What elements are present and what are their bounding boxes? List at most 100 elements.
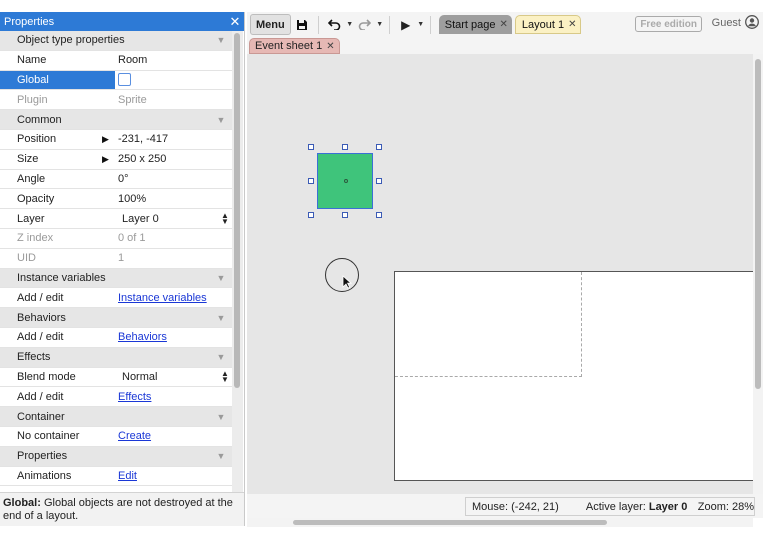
- property-value[interactable]: Room: [115, 54, 232, 66]
- property-row[interactable]: Layer Layer 0 ▲ ▼: [0, 209, 232, 229]
- tab-label: Event sheet 1: [255, 40, 323, 52]
- tab-start-page[interactable]: Start page ✕: [438, 15, 512, 34]
- user-label[interactable]: Guest: [712, 17, 741, 29]
- play-icon[interactable]: ▶: [395, 15, 417, 34]
- close-tab-icon[interactable]: ✕: [500, 19, 508, 30]
- collapse-icon[interactable]: ▼: [210, 313, 232, 323]
- resize-handle-bottom[interactable]: [342, 212, 348, 218]
- resize-handle-left[interactable]: [308, 178, 314, 184]
- property-row[interactable]: Global: [0, 70, 232, 91]
- property-value[interactable]: ▶ -231, -417: [102, 133, 232, 145]
- user-icon[interactable]: [745, 15, 759, 29]
- properties-scrollbar[interactable]: [232, 31, 243, 501]
- collapse-icon[interactable]: ▼: [210, 451, 232, 461]
- property-link[interactable]: Instance variables: [118, 292, 207, 304]
- property-section[interactable]: Behaviors ▼: [0, 308, 232, 328]
- horizontal-scrollbar-thumb[interactable]: [293, 520, 607, 525]
- expand-icon[interactable]: ▶: [102, 134, 109, 145]
- collapse-icon[interactable]: ▼: [210, 35, 232, 45]
- undo-icon[interactable]: [324, 15, 346, 34]
- sprite-instance[interactable]: [317, 153, 373, 209]
- property-value[interactable]: 0°: [115, 173, 232, 185]
- layout-area[interactable]: [394, 271, 753, 481]
- property-section[interactable]: Container ▼: [0, 407, 232, 427]
- property-value[interactable]: Effects: [115, 391, 232, 403]
- property-row[interactable]: Opacity 100%: [0, 189, 232, 210]
- property-link[interactable]: Effects: [118, 391, 151, 403]
- property-value[interactable]: Layer 0 ▲ ▼: [115, 211, 232, 225]
- redo-icon[interactable]: [354, 15, 376, 34]
- property-value[interactable]: [115, 73, 232, 87]
- property-section[interactable]: Object type properties ▼: [0, 31, 232, 51]
- undo-dropdown-icon[interactable]: ▼: [346, 15, 354, 34]
- property-dropdown[interactable]: Normal: [118, 371, 218, 383]
- free-edition-badge[interactable]: Free edition: [635, 16, 702, 32]
- close-icon[interactable]: ✕: [226, 12, 244, 31]
- property-key: Size: [17, 153, 39, 166]
- global-checkbox[interactable]: [118, 73, 131, 87]
- property-value[interactable]: 100%: [115, 193, 232, 205]
- resize-handle-top-right[interactable]: [376, 144, 382, 150]
- property-row[interactable]: No container Create: [0, 427, 232, 447]
- redo-dropdown-icon[interactable]: ▼: [376, 15, 384, 34]
- property-row[interactable]: Add / edit Effects: [0, 387, 232, 408]
- property-link[interactable]: Edit: [118, 470, 137, 482]
- close-tab-icon[interactable]: ✕: [568, 19, 576, 30]
- property-value[interactable]: Behaviors: [115, 331, 232, 343]
- property-value[interactable]: Normal ▲ ▼: [115, 369, 232, 383]
- properties-scrollbar-thumb[interactable]: [234, 33, 240, 388]
- property-key: Position: [17, 133, 57, 146]
- property-key: Layer: [17, 212, 45, 225]
- dropdown-arrows-icon[interactable]: ▲ ▼: [218, 369, 232, 383]
- collapse-icon[interactable]: ▼: [210, 352, 232, 362]
- property-value[interactable]: ▶ 250 x 250: [102, 153, 232, 165]
- mouse-position: Mouse: (-242, 21): [472, 500, 559, 513]
- property-value[interactable]: Edit: [115, 470, 232, 482]
- layout-horizontal-scrollbar[interactable]: [247, 518, 753, 527]
- save-icon[interactable]: [291, 15, 313, 34]
- collapse-icon[interactable]: ▼: [210, 115, 232, 125]
- property-row[interactable]: Animations Edit: [0, 467, 232, 487]
- vertical-scrollbar-thumb[interactable]: [755, 59, 761, 389]
- property-section[interactable]: Effects ▼: [0, 347, 232, 368]
- tab-layout-1[interactable]: Layout 1 ✕: [514, 15, 582, 34]
- property-section[interactable]: Properties ▼: [0, 446, 232, 467]
- resize-handle-top[interactable]: [342, 144, 348, 150]
- dropdown-arrows-icon[interactable]: ▲ ▼: [218, 211, 232, 225]
- tab-event-sheet-1[interactable]: Event sheet 1 ✕: [249, 38, 340, 54]
- property-row[interactable]: Z index 0 of 1: [0, 229, 232, 249]
- property-dropdown[interactable]: Layer 0: [118, 213, 218, 225]
- resize-handle-right[interactable]: [376, 178, 382, 184]
- menu-button[interactable]: Menu: [250, 14, 291, 35]
- toolbar-separator: [429, 15, 431, 34]
- expand-icon[interactable]: ▶: [102, 154, 109, 165]
- property-key: Animations: [17, 469, 72, 482]
- layout-vertical-scrollbar[interactable]: [753, 54, 763, 494]
- play-dropdown-icon[interactable]: ▼: [417, 15, 425, 34]
- collapse-icon[interactable]: ▼: [210, 412, 232, 422]
- property-link[interactable]: Behaviors: [118, 331, 167, 343]
- property-row[interactable]: Position ▶ -231, -417: [0, 130, 232, 150]
- close-tab-icon[interactable]: ✕: [326, 41, 334, 52]
- property-row[interactable]: Plugin Sprite: [0, 90, 232, 111]
- property-section[interactable]: Instance variables ▼: [0, 268, 232, 289]
- property-row[interactable]: UID 1: [0, 249, 232, 269]
- layout-view[interactable]: [247, 54, 753, 494]
- property-section[interactable]: Common ▼: [0, 110, 232, 130]
- property-row[interactable]: Name Room: [0, 51, 232, 71]
- property-row[interactable]: Add / edit Instance variables: [0, 288, 232, 309]
- collapse-icon[interactable]: ▼: [210, 273, 232, 283]
- properties-title: Properties: [4, 15, 55, 28]
- property-value[interactable]: Create: [115, 430, 232, 442]
- tab-label: Layout 1: [521, 18, 565, 31]
- property-value[interactable]: Instance variables: [115, 292, 232, 304]
- property-row[interactable]: Size ▶ 250 x 250: [0, 150, 232, 170]
- subtab-bar: Event sheet 1 ✕: [247, 37, 763, 54]
- resize-handle-top-left[interactable]: [308, 144, 314, 150]
- property-row[interactable]: Angle 0°: [0, 170, 232, 190]
- property-row[interactable]: Blend mode Normal ▲ ▼: [0, 368, 232, 388]
- resize-handle-bottom-right[interactable]: [376, 212, 382, 218]
- resize-handle-bottom-left[interactable]: [308, 212, 314, 218]
- property-row[interactable]: Add / edit Behaviors: [0, 328, 232, 348]
- property-link[interactable]: Create: [118, 430, 151, 442]
